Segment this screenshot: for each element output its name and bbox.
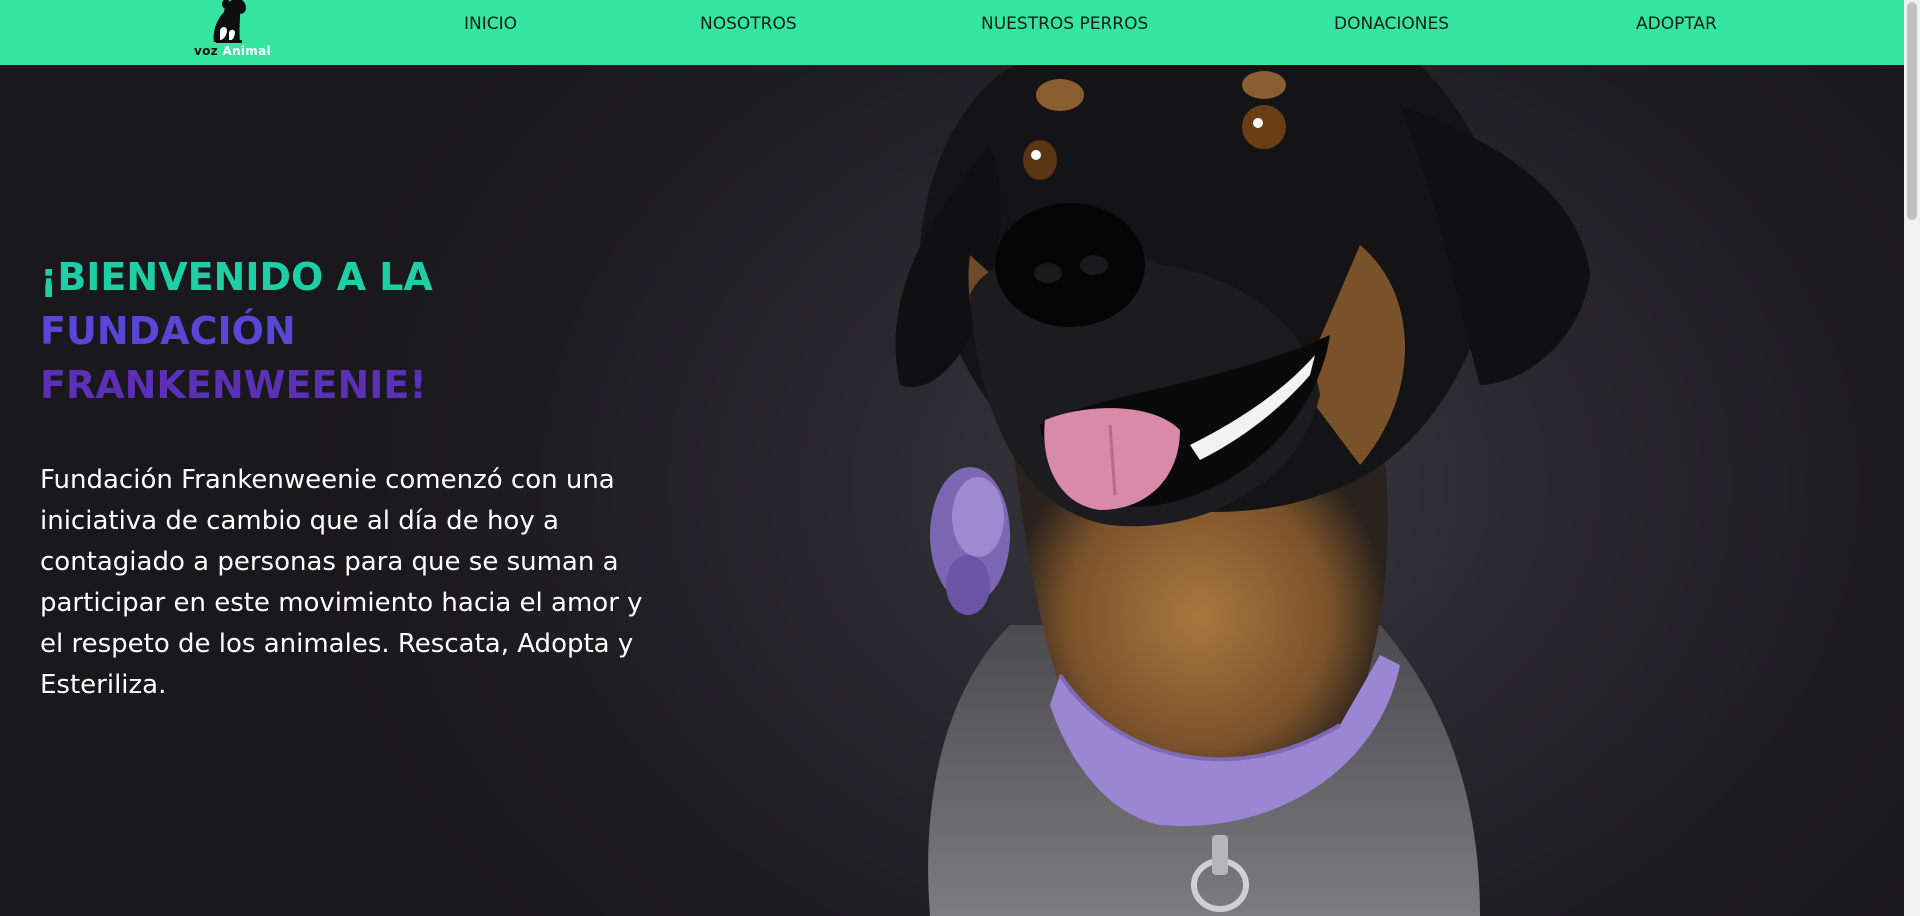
nav-item-nuestros-perros[interactable]: NUESTROS PERROS [981, 14, 1148, 34]
logo-word-voz: voz [194, 44, 218, 58]
dog-photo [895, 65, 1590, 916]
site-logo[interactable]: voz Animal [190, 0, 274, 62]
nav-item-adoptar[interactable]: ADOPTAR [1636, 14, 1717, 34]
scrollbar-thumb[interactable] [1907, 2, 1917, 220]
nav-item-donaciones[interactable]: DONACIONES [1334, 14, 1449, 34]
hero-title-fundacion: FUNDACIÓN [40, 309, 296, 353]
logo-word-animal: Animal [222, 44, 271, 58]
vertical-scrollbar[interactable] [1904, 0, 1920, 916]
hero-title: ¡BIENVENIDO A LA FUNDACIÓN FRANKENWEENIE! [40, 250, 680, 412]
hero-title-frankenweenie: FRANKENWEENIE! [40, 363, 427, 407]
top-navbar: voz Animal INICIO NOSOTROS NUESTROS PERR… [0, 0, 1904, 65]
page: voz Animal INICIO NOSOTROS NUESTROS PERR… [0, 0, 1920, 916]
hero-title-welcome: ¡BIENVENIDO A LA [40, 255, 433, 299]
logo-text: voz Animal [194, 44, 271, 58]
hero-description: Fundación Frankenweenie comenzó con una … [40, 465, 643, 700]
nav-item-inicio[interactable]: INICIO [464, 14, 517, 34]
hero-section: ¡BIENVENIDO A LA FUNDACIÓN FRANKENWEENIE!… [0, 65, 1904, 916]
nav-item-nosotros[interactable]: NOSOTROS [700, 14, 797, 34]
